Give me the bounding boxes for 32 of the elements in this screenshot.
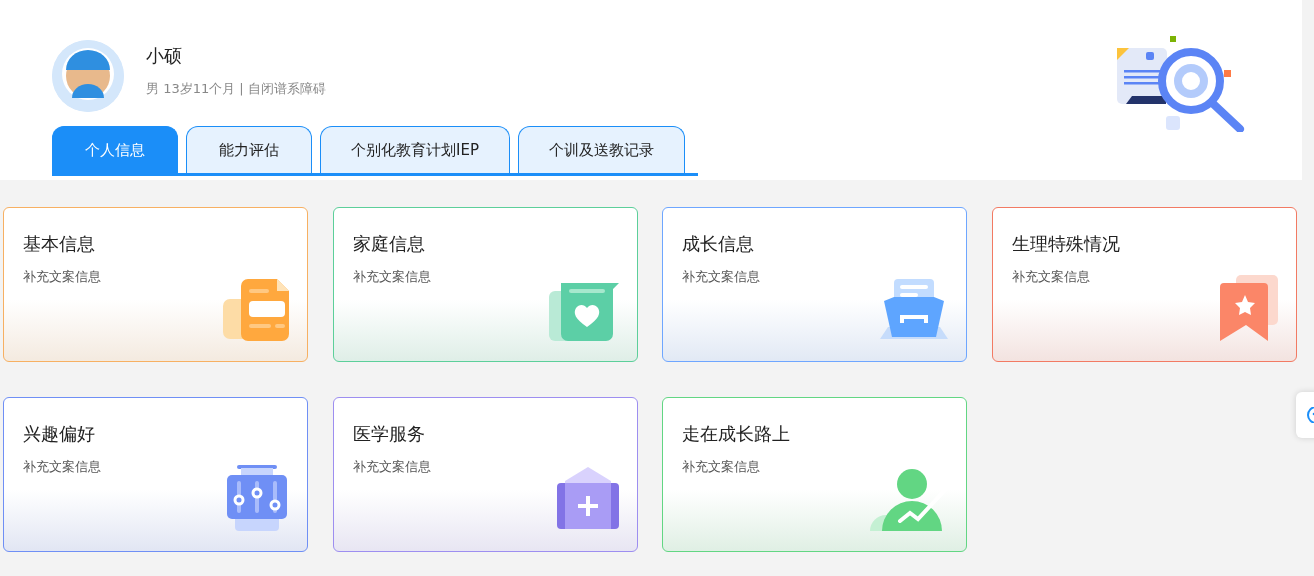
- tray-icon: [880, 279, 948, 341]
- info-card[interactable]: 医学服务 补充文案信息: [332, 397, 638, 552]
- card-subtitle: 补充文案信息: [23, 458, 102, 476]
- card-subtitle: 补充文案信息: [682, 268, 761, 286]
- card-subtitle: 补充文案信息: [352, 458, 432, 476]
- card-title: 兴趣偏好: [23, 422, 96, 446]
- info-card[interactable]: 家庭信息 补充文案信息: [332, 207, 638, 362]
- bookmark-icon: [1219, 275, 1278, 341]
- card-subtitle: 补充文案信息: [23, 268, 102, 286]
- medical-kit-icon: [556, 467, 619, 531]
- info-card[interactable]: 基本信息 补充文案信息: [3, 207, 308, 362]
- card-title: 走在成长路上: [682, 422, 791, 446]
- student-name: 小硕: [146, 44, 183, 68]
- card-title: 家庭信息: [352, 232, 426, 256]
- tab[interactable]: 个训及送教记录: [517, 126, 685, 173]
- card-title: 生理特殊情况: [1011, 232, 1121, 256]
- student-details: 男 13岁11个月 | 自闭谱系障碍: [146, 80, 326, 98]
- info-card[interactable]: 成长信息 补充文案信息: [662, 207, 967, 362]
- avatar: [52, 40, 124, 112]
- info-card[interactable]: 兴趣偏好 补充文案信息: [3, 397, 308, 552]
- tab[interactable]: 能力评估: [186, 126, 312, 173]
- sliders-icon: [225, 465, 289, 531]
- card-subtitle: 补充文案信息: [352, 268, 432, 286]
- tab[interactable]: 个别化教育计划IEP: [320, 126, 510, 173]
- card-subtitle: 补充文案信息: [1011, 268, 1091, 286]
- card-title: 成长信息: [682, 232, 755, 256]
- info-card[interactable]: 生理特殊情况 补充文案信息: [991, 207, 1297, 362]
- card-title: 基本信息: [23, 232, 96, 256]
- card-title: 医学服务: [352, 422, 426, 446]
- document-icon: [223, 279, 289, 341]
- info-card[interactable]: 走在成长路上 补充文案信息: [662, 397, 967, 552]
- card-subtitle: 补充文案信息: [682, 458, 761, 476]
